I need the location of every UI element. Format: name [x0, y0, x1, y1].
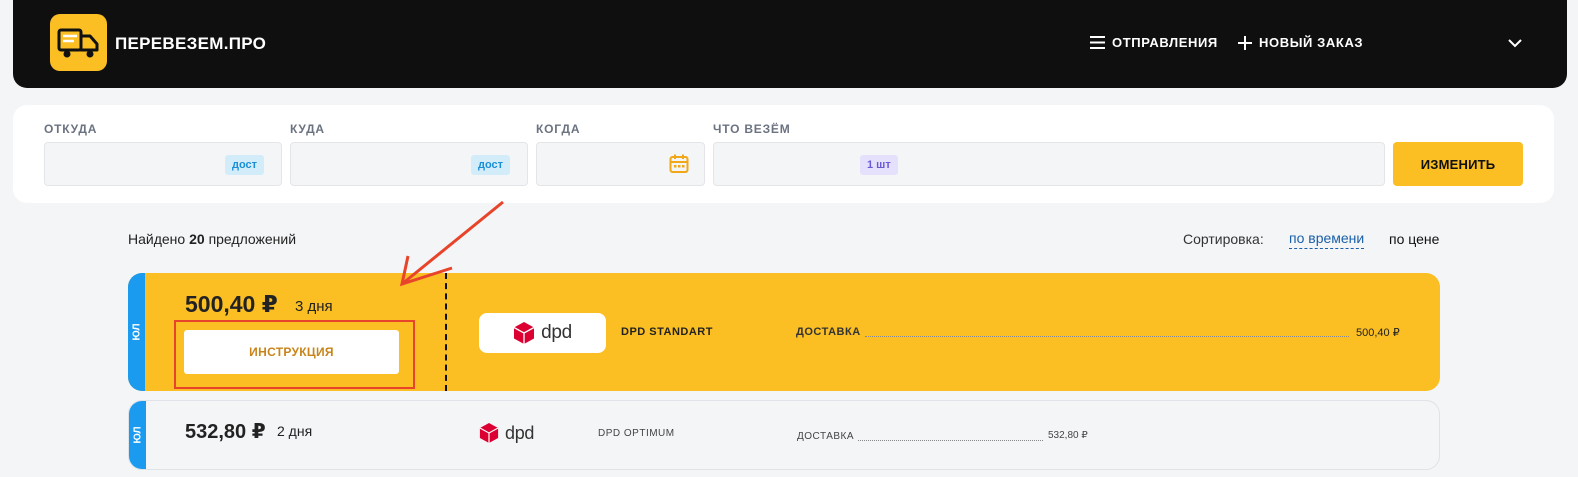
top-header: ПЕРЕВЕЗЕМ.ПРО ОТПРАВЛЕНИЯ НОВЫЙ ЗАКАЗ	[13, 0, 1567, 88]
cargo-field[interactable]: 1 шт	[713, 142, 1385, 186]
results-count: Найдено 20 предложений	[128, 231, 297, 247]
service-name: DPD OPTIMUM	[598, 428, 675, 439]
from-delivery-tag: дост	[225, 155, 265, 175]
results-count-number: 20	[189, 231, 205, 247]
nav-shipments-label: ОТПРАВЛЕНИЯ	[1112, 35, 1218, 50]
carrier-name: dpd	[541, 322, 572, 343]
offer-card[interactable]: ЮЛ 532,80 ₽ 2 дня dpd DPD OPTIMUM ДОСТАВ…	[128, 400, 1440, 470]
menu-icon	[1090, 36, 1105, 49]
from-label: ОТКУДА	[44, 122, 98, 136]
annotation-arrow-icon	[399, 200, 504, 287]
delivery-label: ДОСТАВКА	[796, 326, 861, 338]
offer-days: 3 дня	[295, 298, 333, 315]
offer-price: 500,40 ₽	[185, 291, 278, 317]
nav-shipments[interactable]: ОТПРАВЛЕНИЯ	[1090, 35, 1218, 50]
to-delivery-tag: дост	[471, 155, 511, 175]
to-field[interactable]: дост	[290, 142, 528, 186]
delivery-amount: 500,40 ₽	[1356, 327, 1400, 339]
entity-type-strip: ЮЛ	[129, 401, 146, 469]
carrier-logo: dpd	[479, 313, 606, 353]
sort-by-price-link[interactable]: по цене	[1389, 231, 1439, 247]
carrier-logo: dpd	[479, 422, 534, 444]
sort-label: Сортировка:	[1183, 231, 1264, 247]
calendar-icon[interactable]	[669, 154, 689, 174]
service-name: DPD STANDART	[621, 326, 713, 338]
dpd-cube-icon	[513, 322, 535, 344]
to-label: КУДА	[290, 122, 325, 136]
entity-type-strip: ЮЛ	[128, 273, 145, 391]
plus-icon	[1238, 35, 1252, 50]
brand-name[interactable]: ПЕРЕВЕЗЕМ.ПРО	[115, 34, 266, 54]
offer-days: 2 дня	[277, 423, 313, 439]
nav-new-order[interactable]: НОВЫЙ ЗАКАЗ	[1238, 35, 1363, 50]
delivery-amount: 532,80 ₽	[1048, 430, 1088, 441]
truck-logo-icon[interactable]	[50, 14, 107, 71]
from-field[interactable]: дост	[44, 142, 282, 186]
change-button[interactable]: ИЗМЕНИТЬ	[1393, 142, 1523, 186]
delivery-label: ДОСТАВКА	[797, 431, 855, 442]
when-label: КОГДА	[536, 122, 581, 136]
dpd-cube-icon	[479, 423, 499, 443]
offer-card[interactable]: ЮЛ 500,40 ₽ 3 дня ИНСТРУКЦИЯ dpd DPD STA…	[128, 273, 1440, 391]
cargo-count-tag: 1 шт	[860, 155, 898, 175]
annotation-highlight-box	[174, 320, 415, 389]
chevron-down-icon[interactable]	[1507, 34, 1523, 57]
date-field[interactable]	[536, 142, 705, 186]
offer-price: 532,80 ₽	[185, 421, 266, 443]
what-label: ЧТО ВЕЗЁМ	[713, 122, 791, 136]
delivery-leader	[865, 336, 1349, 337]
nav-new-order-label: НОВЫЙ ЗАКАЗ	[1259, 35, 1364, 50]
sort-by-time-link[interactable]: по времени	[1289, 230, 1365, 249]
carrier-name: dpd	[505, 422, 535, 443]
delivery-leader	[858, 440, 1043, 441]
search-panel: ОТКУДА дост КУДА дост КОГДА ЧТО ВЕЗЁМ 1 …	[13, 105, 1554, 203]
